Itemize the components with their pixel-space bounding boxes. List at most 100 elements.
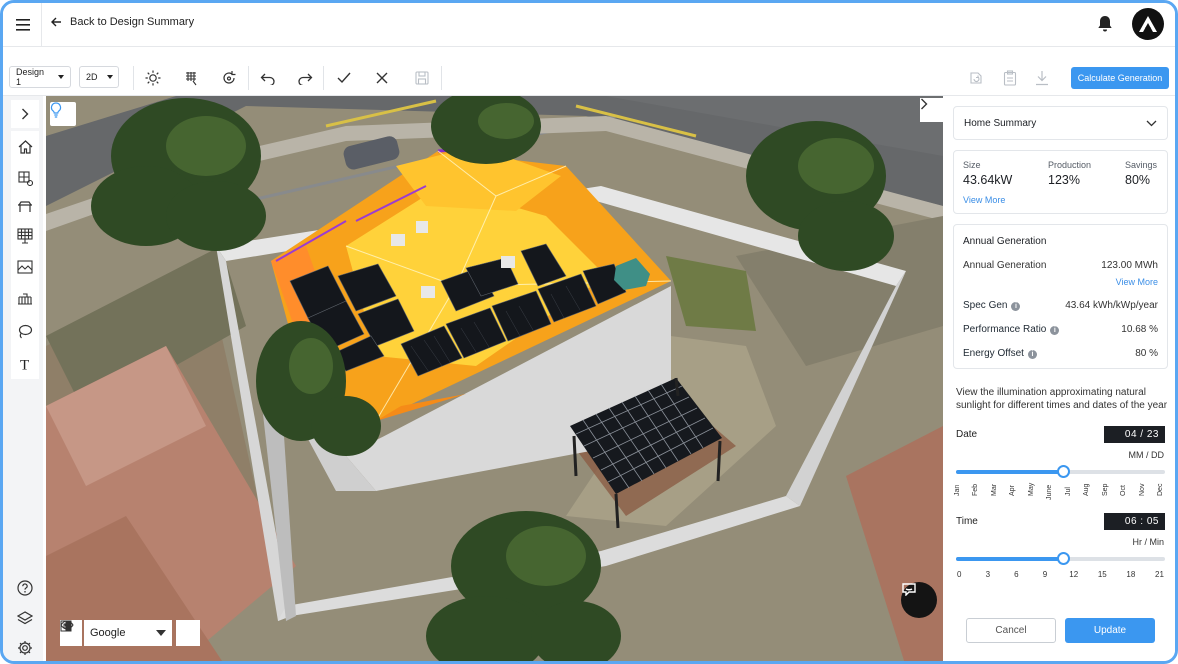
stat-label: Size [963, 160, 981, 170]
view-more-link[interactable]: View More [963, 195, 1005, 205]
divider [41, 3, 42, 47]
time-label: Time [956, 516, 978, 527]
collapse-panel-chevron-icon[interactable] [920, 98, 943, 122]
date-slider-thumb[interactable] [1056, 465, 1070, 478]
fence-icon[interactable] [11, 285, 39, 313]
spec-gen-label: Spec Gen i [963, 300, 1021, 311]
close-icon[interactable] [373, 69, 391, 87]
month-tick-label: Aug [1083, 483, 1091, 496]
notification-bell-icon[interactable] [1097, 15, 1113, 38]
svg-text:T: T [20, 358, 29, 372]
imagery-source-select[interactable]: Google [60, 620, 172, 646]
lightbulb-icon[interactable] [50, 102, 76, 126]
energy-offset-label: Energy Offset i [963, 348, 1037, 359]
chevron-right-icon[interactable] [11, 100, 39, 128]
summary-panel: Home Summary Size 43.64kW Production 123… [943, 96, 1175, 661]
annual-heading: Annual Generation [963, 236, 1047, 247]
home-icon[interactable] [11, 133, 39, 161]
divider [248, 66, 249, 90]
imagery-source-value: Google [90, 627, 126, 639]
month-tick-label: Jul [1064, 486, 1072, 496]
solar-panel-icon[interactable] [11, 222, 39, 250]
carport-icon[interactable] [11, 193, 39, 221]
chevron-down-icon [106, 75, 113, 79]
hour-tick-label: 18 [1126, 570, 1136, 579]
date-slider[interactable] [956, 465, 1165, 478]
hour-tick-label: 12 [1069, 570, 1079, 579]
update-button[interactable]: Update [1065, 618, 1155, 643]
time-slider-thumb[interactable] [1056, 552, 1070, 565]
back-label: Back to Design Summary [70, 16, 195, 28]
map-viewport[interactable]: Google [46, 96, 943, 661]
chevron-down-icon [156, 630, 166, 636]
lasso-icon[interactable] [11, 318, 39, 346]
redo-icon[interactable] [296, 69, 314, 87]
view-mode-select[interactable]: 2D [79, 66, 119, 88]
hour-tick-label: 3 [985, 570, 991, 579]
month-tick-label: Sep [1101, 483, 1109, 496]
save-icon[interactable] [413, 69, 431, 87]
panel-grid-icon[interactable] [183, 69, 201, 87]
help-icon[interactable] [11, 574, 39, 602]
design-toolbar: Design 1 2D Calculate Generation [3, 48, 1175, 96]
hour-tick-label: 15 [1097, 570, 1107, 579]
month-tick-label: Oct [1120, 484, 1128, 496]
info-icon[interactable]: i [1027, 350, 1037, 359]
illumination-description: View the illumination approximating natu… [956, 387, 1168, 411]
month-tick-label: May [1027, 482, 1035, 496]
stat-value: 43.64kW [963, 173, 1013, 187]
hour-tick-label: 6 [1014, 570, 1019, 579]
month-tick-label: June [1046, 484, 1054, 500]
month-tick-label: Jan [954, 484, 961, 496]
text-tool-icon[interactable]: T [11, 350, 39, 378]
system-stats-card: Size 43.64kW Production 123% Savings 80%… [953, 150, 1168, 214]
performance-ratio-label: Performance Ratio i [963, 324, 1060, 335]
row-label: Spec Gen [963, 300, 1008, 311]
divider [323, 66, 324, 90]
row-label: Energy Offset [963, 348, 1024, 359]
left-tool-rail: T [3, 96, 43, 661]
layers-icon[interactable] [11, 604, 39, 632]
stat-size: Size 43.64kW [963, 160, 1012, 187]
hour-tick-label: 21 [1155, 570, 1164, 579]
split-view-icon[interactable] [60, 620, 200, 646]
back-link[interactable]: Back to Design Summary [51, 16, 194, 28]
sun-icon[interactable] [144, 69, 162, 87]
annual-gen-value: 123.00 MWh [1101, 260, 1158, 271]
app-window: Back to Design Summary Design 1 2D Calcu… [0, 0, 1178, 664]
design-select-value: Design 1 [16, 67, 45, 87]
settings-gear-icon[interactable] [11, 634, 39, 661]
divider [133, 66, 134, 90]
month-tick-label: Mar [990, 483, 998, 496]
time-slider[interactable] [956, 552, 1165, 565]
undo-icon[interactable] [259, 69, 277, 87]
info-icon[interactable]: i [1050, 326, 1060, 335]
annual-view-more-link[interactable]: View More [1116, 277, 1158, 287]
roof-plan-icon[interactable] [11, 164, 39, 192]
date-slider-fill [956, 470, 1063, 474]
date-input[interactable]: 04 / 23 [1104, 426, 1165, 443]
stat-label: Savings [1125, 160, 1158, 170]
chat-support-icon[interactable] [901, 582, 937, 618]
brand-logo[interactable] [1132, 8, 1164, 40]
download-icon[interactable] [1033, 69, 1051, 87]
shade-icon[interactable] [11, 253, 39, 281]
design-select[interactable]: Design 1 [9, 66, 71, 88]
view-mode-value: 2D [86, 72, 98, 82]
menu-icon[interactable] [9, 11, 37, 39]
refresh-report-icon[interactable] [967, 69, 985, 87]
time-input[interactable]: 06 : 05 [1104, 513, 1165, 530]
clipboard-icon[interactable] [1001, 69, 1019, 87]
calculate-generation-button[interactable]: Calculate Generation [1071, 67, 1169, 89]
home-summary-label: Home Summary [964, 117, 1037, 129]
time-slider-fill [956, 557, 1063, 561]
month-tick-label: Dec [1157, 483, 1164, 496]
cancel-button[interactable]: Cancel [966, 618, 1056, 643]
date-format: MM / DD [1128, 450, 1165, 460]
rotate-icon[interactable] [220, 69, 238, 87]
stat-value: 123% [1048, 173, 1080, 187]
home-summary-select[interactable]: Home Summary [953, 106, 1168, 140]
check-icon[interactable] [335, 69, 353, 87]
info-icon[interactable]: i [1011, 302, 1021, 311]
top-bar: Back to Design Summary [3, 3, 1175, 47]
